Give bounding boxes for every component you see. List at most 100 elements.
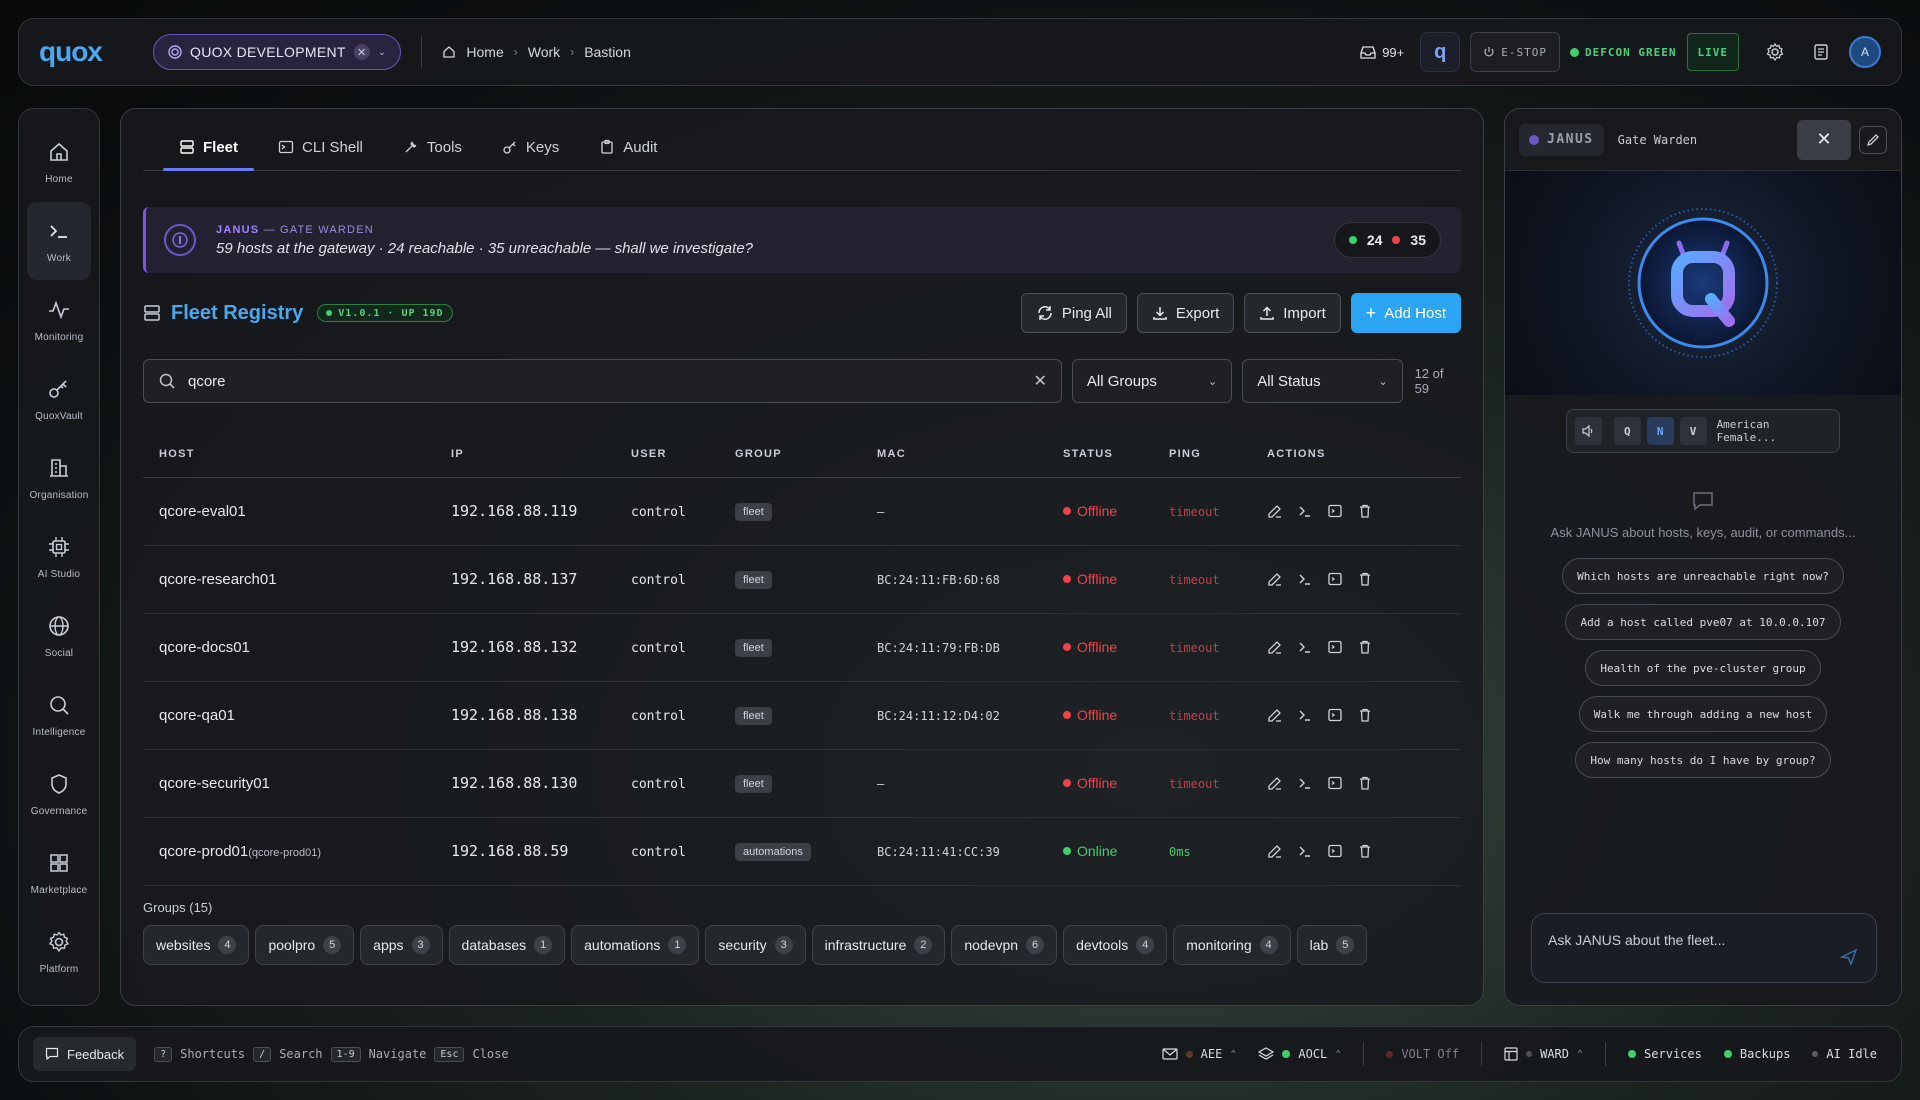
- column-header[interactable]: MAC: [861, 431, 1047, 478]
- avatar[interactable]: A: [1849, 36, 1881, 68]
- edit-button[interactable]: [1859, 125, 1887, 154]
- host-cell[interactable]: qcore-security01: [143, 749, 435, 818]
- nav-item-intelligence[interactable]: Intelligence: [27, 676, 91, 754]
- column-header[interactable]: PING: [1153, 431, 1251, 478]
- table-row[interactable]: qcore-security01 192.168.88.130 control …: [143, 749, 1461, 818]
- close-panel-button[interactable]: ✕: [1797, 119, 1851, 160]
- services-status[interactable]: Services: [1628, 1047, 1702, 1061]
- terminal-icon[interactable]: [1297, 843, 1313, 859]
- group-badge[interactable]: fleet: [735, 638, 772, 657]
- nav-item-marketplace[interactable]: Marketplace: [27, 834, 91, 912]
- status-select[interactable]: All Status ⌄: [1242, 359, 1403, 403]
- edit-icon[interactable]: [1267, 775, 1283, 791]
- add-host-button[interactable]: + Add Host: [1350, 293, 1461, 333]
- table-row[interactable]: qcore-prod01(qcore-prod01) 192.168.88.59…: [143, 817, 1461, 886]
- table-row[interactable]: qcore-qa01 192.168.88.138 control fleet …: [143, 681, 1461, 750]
- trash-icon[interactable]: [1357, 571, 1373, 587]
- nav-item-work[interactable]: Work: [27, 202, 91, 280]
- column-header[interactable]: GROUP: [719, 431, 861, 478]
- export-button[interactable]: Export: [1136, 293, 1235, 333]
- suggestion-chip[interactable]: Which hosts are unreachable right now?: [1562, 558, 1844, 594]
- edit-icon[interactable]: [1267, 571, 1283, 587]
- trash-icon[interactable]: [1357, 639, 1373, 655]
- voice-mode-n[interactable]: N: [1646, 417, 1674, 445]
- suggestion-chip[interactable]: Walk me through adding a new host: [1578, 696, 1828, 732]
- voice-select[interactable]: American Female...: [1717, 418, 1831, 444]
- defcon-status[interactable]: DEFCON GREEN: [1570, 46, 1676, 59]
- group-badge[interactable]: automations: [735, 842, 811, 861]
- group-badge[interactable]: fleet: [735, 774, 772, 793]
- send-icon[interactable]: [1840, 948, 1858, 966]
- docs-button[interactable]: [1803, 34, 1839, 70]
- console-icon[interactable]: [1327, 503, 1343, 519]
- ai-status[interactable]: AI Idle: [1812, 1047, 1877, 1061]
- host-name[interactable]: qcore-security01: [159, 775, 270, 792]
- column-header[interactable]: IP: [435, 431, 615, 478]
- quox-logo[interactable]: quox: [39, 36, 129, 68]
- terminal-icon[interactable]: [1297, 775, 1313, 791]
- column-header[interactable]: HOST: [143, 431, 435, 478]
- clear-search-icon[interactable]: ✕: [1033, 371, 1046, 391]
- nav-item-social[interactable]: Social: [27, 597, 91, 675]
- close-icon[interactable]: ✕: [353, 44, 370, 60]
- home-icon[interactable]: [442, 45, 456, 59]
- tab-audit[interactable]: Audit: [583, 124, 673, 170]
- edit-icon[interactable]: [1267, 503, 1283, 519]
- search-input[interactable]: qcore ✕: [143, 359, 1062, 403]
- host-name[interactable]: qcore-prod01: [159, 843, 248, 860]
- suggestion-chip[interactable]: Health of the pve-cluster group: [1585, 650, 1821, 686]
- table-row[interactable]: qcore-eval01 192.168.88.119 control flee…: [143, 477, 1461, 546]
- terminal-icon[interactable]: [1297, 503, 1313, 519]
- tab-keys[interactable]: Keys: [486, 124, 575, 170]
- group-chip[interactable]: security 3: [705, 924, 806, 965]
- table-row[interactable]: qcore-research01 192.168.88.137 control …: [143, 545, 1461, 614]
- workspace-selector[interactable]: QUOX DEVELOPMENT ✕ ⌄: [153, 34, 402, 70]
- console-icon[interactable]: [1327, 707, 1343, 723]
- breadcrumb-bastion[interactable]: Bastion: [584, 44, 631, 60]
- group-chip[interactable]: lab 5: [1296, 924, 1368, 965]
- trash-icon[interactable]: [1357, 775, 1373, 791]
- console-icon[interactable]: [1327, 843, 1343, 859]
- group-chip[interactable]: apps 3: [360, 924, 443, 965]
- host-cell[interactable]: qcore-research01: [143, 545, 435, 614]
- group-chip[interactable]: databases 1: [448, 924, 566, 965]
- inbox-button[interactable]: 99+: [1360, 45, 1404, 60]
- host-name[interactable]: qcore-research01: [159, 571, 277, 588]
- import-button[interactable]: Import: [1244, 293, 1341, 333]
- voice-mode-q[interactable]: Q: [1613, 417, 1641, 445]
- groups-select[interactable]: All Groups ⌄: [1071, 359, 1233, 403]
- nav-item-monitoring[interactable]: Monitoring: [27, 281, 91, 359]
- ping-all-button[interactable]: Ping All: [1020, 293, 1127, 333]
- quox-assistant-button[interactable]: q: [1420, 32, 1461, 72]
- nav-item-platform[interactable]: Platform: [27, 913, 91, 991]
- trash-icon[interactable]: [1357, 843, 1373, 859]
- breadcrumb-work[interactable]: Work: [528, 44, 560, 60]
- console-icon[interactable]: [1327, 639, 1343, 655]
- console-icon[interactable]: [1327, 571, 1343, 587]
- volt-status[interactable]: VOLT Off: [1386, 1047, 1459, 1061]
- ward-status[interactable]: WARD ⌃: [1504, 1047, 1583, 1061]
- settings-button[interactable]: [1757, 34, 1793, 70]
- tab-cli-shell[interactable]: CLI Shell: [262, 124, 379, 170]
- live-badge[interactable]: LIVE: [1686, 33, 1739, 71]
- group-chip[interactable]: nodevpn 6: [951, 924, 1058, 965]
- edit-icon[interactable]: [1267, 707, 1283, 723]
- nav-item-quoxvault[interactable]: QuoxVault: [27, 360, 91, 438]
- host-name[interactable]: qcore-qa01: [159, 707, 235, 724]
- group-chip[interactable]: websites 4: [143, 924, 250, 965]
- host-cell[interactable]: qcore-qa01: [143, 681, 435, 750]
- terminal-icon[interactable]: [1297, 707, 1313, 723]
- edit-icon[interactable]: [1267, 639, 1283, 655]
- nav-item-organisation[interactable]: Organisation: [27, 439, 91, 517]
- group-badge[interactable]: fleet: [735, 502, 772, 521]
- trash-icon[interactable]: [1357, 503, 1373, 519]
- nav-item-home[interactable]: Home: [27, 123, 91, 201]
- speaker-toggle[interactable]: [1575, 417, 1602, 445]
- chevron-down-icon[interactable]: ⌄: [378, 47, 387, 58]
- aee-status[interactable]: AEE ⌃: [1162, 1047, 1236, 1061]
- table-row[interactable]: qcore-docs01 192.168.88.132 control flee…: [143, 613, 1461, 682]
- feedback-button[interactable]: Feedback: [33, 1037, 137, 1071]
- host-name[interactable]: qcore-eval01: [159, 503, 246, 520]
- assistant-chat-input[interactable]: Ask JANUS about the fleet...: [1531, 913, 1877, 983]
- column-header[interactable]: USER: [615, 431, 719, 478]
